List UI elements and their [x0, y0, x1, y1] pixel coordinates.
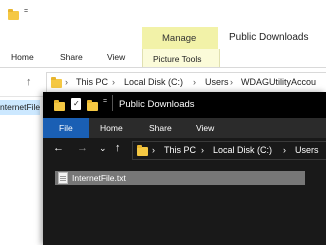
- tab-home[interactable]: Home: [100, 123, 123, 133]
- dark-titlebar: ✓ = Public Downloads: [43, 92, 326, 118]
- recent-locations-icon[interactable]: ⌄: [99, 143, 107, 154]
- folder-icon: [8, 9, 19, 20]
- tab-view[interactable]: View: [196, 123, 214, 133]
- bg-crumb-users[interactable]: Users: [205, 77, 229, 87]
- address-separator: ›: [230, 77, 233, 87]
- crumb-this-pc[interactable]: This PC: [164, 145, 196, 155]
- bg-tab-home[interactable]: Home: [11, 52, 34, 62]
- bg-tab-share[interactable]: Share: [60, 52, 83, 62]
- folder-icon: [51, 77, 62, 88]
- bg-crumb-wdag[interactable]: WDAGUtilityAccou: [241, 77, 326, 87]
- picture-tools-label: Picture Tools: [153, 54, 202, 64]
- dark-ribbon-tabs: File Home Share View: [43, 118, 326, 138]
- bg-crumb-this-pc[interactable]: This PC: [76, 77, 108, 87]
- forward-icon[interactable]: →: [77, 143, 88, 154]
- back-icon[interactable]: ←: [53, 143, 64, 154]
- bg-tab-view[interactable]: View: [107, 52, 125, 62]
- bg-address-bar[interactable]: › This PC › Local Disk (C:) › Users › WD…: [46, 72, 326, 94]
- address-separator: ›: [65, 77, 68, 87]
- check-icon[interactable]: ✓: [71, 98, 81, 110]
- dark-qa-dropdown-icon[interactable]: =: [103, 98, 107, 105]
- picture-tools-tab[interactable]: Picture Tools: [142, 49, 220, 68]
- bg-file-item[interactable]: nternetFile: [0, 100, 40, 115]
- crumb-users[interactable]: Users: [295, 145, 319, 155]
- address-separator: ›: [112, 77, 115, 87]
- tab-file-label: File: [59, 123, 73, 133]
- file-item-internetfile[interactable]: InternetFile.txt: [55, 171, 305, 185]
- bg-crumb-local-disk[interactable]: Local Disk (C:): [124, 77, 183, 87]
- bg-file-name: nternetFile: [0, 102, 41, 112]
- manage-tab[interactable]: Manage: [142, 27, 218, 49]
- crumb-local-disk[interactable]: Local Disk (C:): [213, 145, 272, 155]
- title-separator: [112, 95, 113, 111]
- qa-dropdown-icon[interactable]: =: [24, 8, 28, 15]
- bg-up-icon[interactable]: ↑: [26, 77, 32, 88]
- address-separator: ›: [283, 145, 286, 155]
- manage-label: Manage: [162, 33, 197, 44]
- text-file-icon: [58, 172, 68, 184]
- bg-window-title: Public Downloads: [229, 32, 309, 43]
- folder-icon: [137, 145, 148, 156]
- dark-explorer-window: ✓ = Public Downloads File Home Share Vie…: [43, 92, 326, 245]
- dark-window-title: Public Downloads: [119, 99, 195, 110]
- address-separator: ›: [152, 145, 155, 155]
- file-name: InternetFile.txt: [72, 173, 126, 183]
- tab-file[interactable]: File: [43, 118, 89, 138]
- address-separator: ›: [201, 145, 204, 155]
- folder-icon[interactable]: [87, 100, 98, 111]
- dark-address-bar[interactable]: › This PC › Local Disk (C:) › Users: [132, 141, 326, 160]
- tab-share[interactable]: Share: [149, 123, 172, 133]
- folder-icon: [54, 100, 65, 111]
- up-icon[interactable]: ↑: [115, 143, 121, 154]
- address-separator: ›: [193, 77, 196, 87]
